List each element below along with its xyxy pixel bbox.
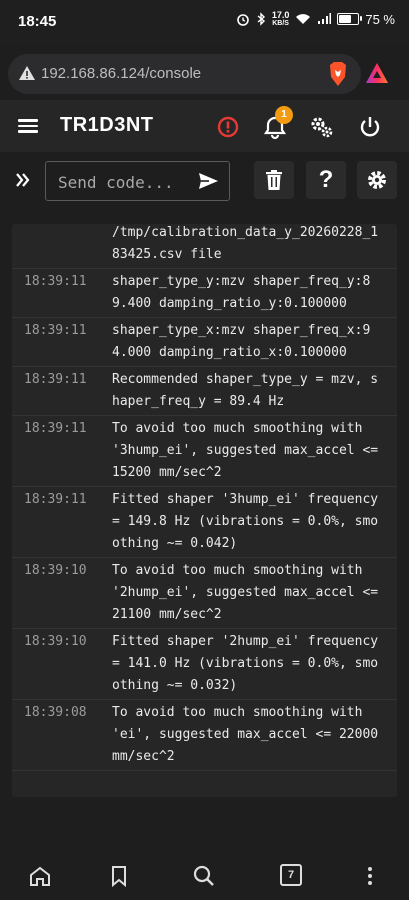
send-code-field[interactable] [45, 161, 230, 201]
cogs-icon[interactable] [308, 113, 336, 141]
bluetooth-icon [257, 12, 265, 26]
entry-timestamp: 18:39:11 [24, 274, 87, 289]
console-entry: 18:39:10 Fitted shaper '2hump_ei' frequen… [12, 629, 397, 700]
warning-icon[interactable] [18, 64, 36, 82]
console-entry: 18:39:11 shaper_type_y:mzv shaper_freq_y:… [12, 269, 397, 318]
signal-icon [318, 13, 332, 24]
tabs-icon[interactable]: 7 [280, 864, 302, 886]
alert-icon[interactable] [214, 113, 242, 141]
url-bar[interactable]: 192.168.86.124/console [8, 54, 361, 94]
brave-rewards-icon[interactable] [365, 62, 389, 84]
status-bar: 18:45 17.0 KB/S 75 % [0, 0, 409, 44]
entry-message: /tmp/calibration_data_y_20260228_183425.… [112, 225, 379, 262]
wifi-icon [296, 14, 311, 24]
settings-icon [368, 171, 386, 189]
entry-message: shaper_type_y:mzv shaper_freq_y:89.400 d… [112, 274, 371, 311]
entry-message: Recommended shaper_type_y = mzv, shaper_… [112, 372, 379, 409]
entry-message: Fitted shaper '2hump_ei' frequency = 141… [112, 634, 379, 693]
entry-message: To avoid too much smoothing with '2hump_… [112, 563, 379, 622]
alarm-icon [237, 14, 249, 26]
console-entries: /tmp/calibration_data_y_20260228_183425.… [12, 224, 397, 771]
console-entry: 18:39:11 Recommended shaper_type_y = mzv,… [12, 367, 397, 416]
battery-icon [337, 13, 363, 25]
more-icon[interactable] [358, 864, 382, 888]
bookmark-icon[interactable] [107, 864, 131, 888]
entry-timestamp: 18:39:10 [24, 634, 87, 649]
entry-timestamp: 18:39:11 [24, 492, 87, 507]
notification-badge: 1 [275, 106, 293, 124]
bottom-navigation [0, 850, 409, 900]
send-code-input[interactable] [56, 169, 190, 195]
net-speed: 17.0 KB/S [271, 10, 290, 28]
send-icon[interactable] [197, 170, 219, 192]
console-output[interactable]: /tmp/calibration_data_y_20260228_183425.… [12, 224, 397, 797]
battery-percent: 75 % [365, 11, 395, 27]
help-icon: ? [318, 166, 334, 193]
entry-message: Fitted shaper '3hump_ei' frequency = 149… [112, 492, 379, 551]
expand-icon[interactable] [14, 171, 32, 189]
trash-icon [266, 170, 282, 190]
entry-message: shaper_type_x:mzv shaper_freq_x:94.000 d… [112, 323, 371, 360]
console-entry: 18:39:11 shaper_type_x:mzv shaper_freq_x:… [12, 318, 397, 367]
entry-message: To avoid too much smoothing with 'ei', s… [112, 705, 379, 764]
console-entry: /tmp/calibration_data_y_20260228_183425.… [12, 224, 397, 269]
clock: 18:45 [18, 13, 57, 30]
printer-name: TR1D3NT [60, 114, 154, 136]
home-icon[interactable] [28, 864, 52, 888]
console-entry: 18:39:11 To avoid too much smoothing with… [12, 416, 397, 487]
brave-shields-icon[interactable] [327, 61, 349, 87]
help-button[interactable]: ? [306, 161, 346, 199]
console-entry: 18:39:11 Fitted shaper '3hump_ei' frequen… [12, 487, 397, 558]
menu-icon[interactable] [18, 116, 38, 136]
entry-timestamp: 18:39:10 [24, 563, 87, 578]
entry-timestamp: 18:39:11 [24, 372, 87, 387]
console-settings-button[interactable] [357, 161, 397, 199]
console-entry: 18:39:08 To avoid too much smoothing with… [12, 700, 397, 771]
url-text[interactable]: 192.168.86.124/console [41, 65, 201, 82]
entry-timestamp: 18:39:11 [24, 323, 87, 338]
app-header: TR1D3NT [0, 100, 409, 152]
console-entry: 18:39:10 To avoid too much smoothing with… [12, 558, 397, 629]
search-icon[interactable] [192, 864, 216, 888]
entry-timestamp: 18:39:08 [24, 705, 87, 720]
status-icons: 17.0 KB/S 75 % [236, 11, 395, 27]
entry-timestamp [12, 224, 112, 266]
power-icon[interactable] [356, 113, 384, 141]
clear-console-button[interactable] [254, 161, 294, 199]
entry-timestamp: 18:39:11 [24, 421, 87, 436]
entry-message: To avoid too much smoothing with '3hump_… [112, 421, 379, 480]
